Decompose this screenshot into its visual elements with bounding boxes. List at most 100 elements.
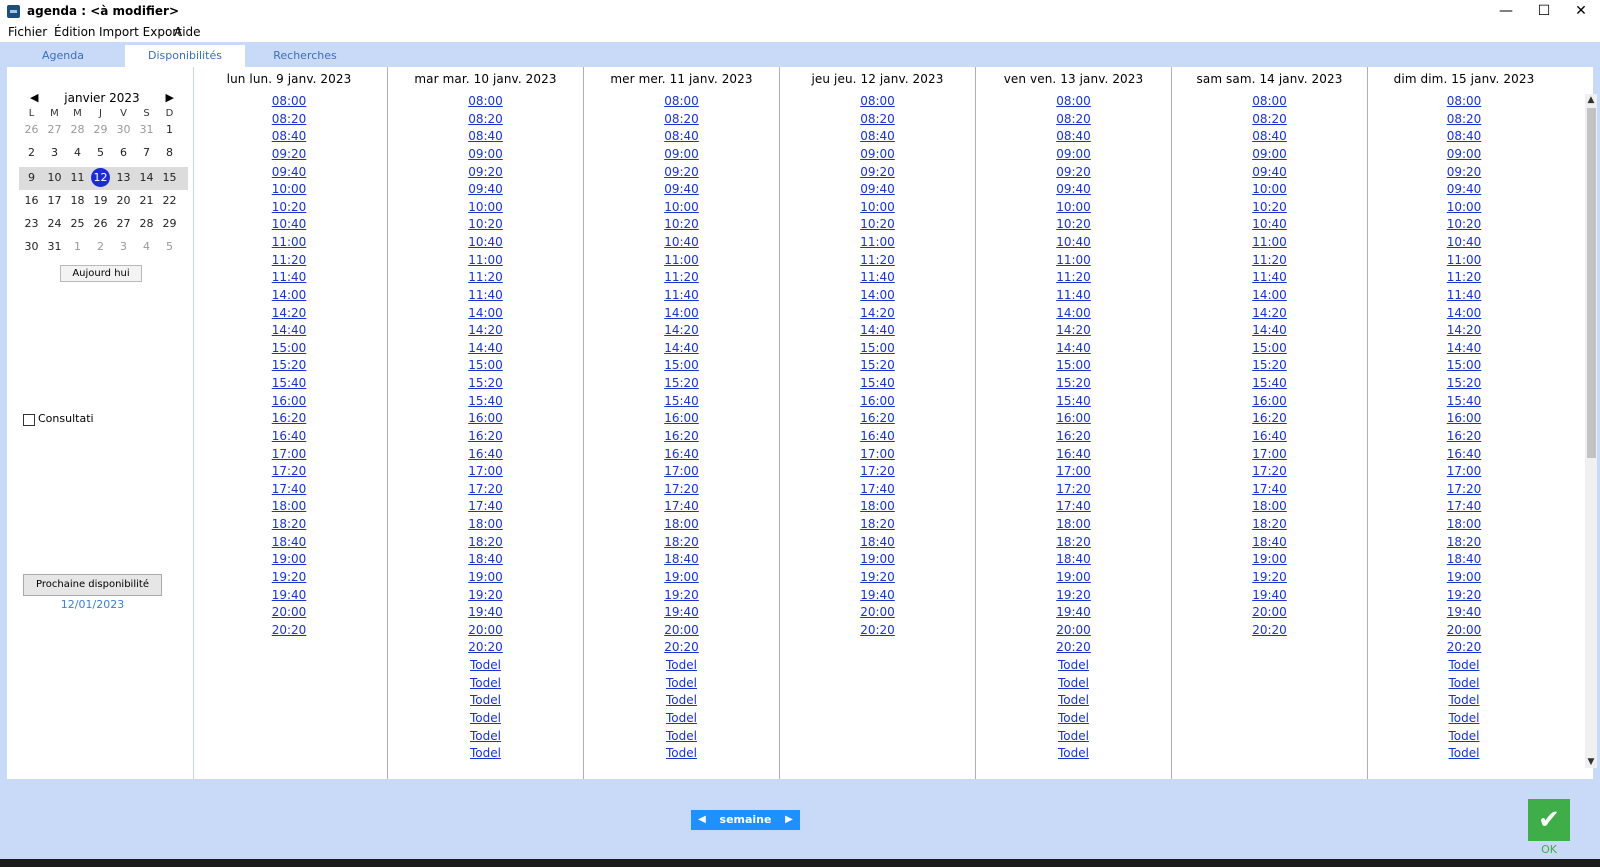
time-slot-link[interactable]: 17:00: [584, 463, 779, 481]
time-slot-link[interactable]: 15:20: [191, 357, 387, 375]
time-slot-link[interactable]: 08:40: [191, 128, 387, 146]
calendar-day[interactable]: 20: [112, 190, 135, 212]
time-slot-link[interactable]: 11:40: [388, 287, 583, 305]
time-slot-link[interactable]: 09:20: [584, 164, 779, 182]
time-slot-link[interactable]: 10:00: [1368, 199, 1560, 217]
time-slot-link[interactable]: 19:20: [780, 569, 975, 587]
menu-edition[interactable]: Édition: [54, 25, 96, 39]
time-slot-link[interactable]: 08:40: [388, 128, 583, 146]
time-slot-link[interactable]: 19:00: [584, 569, 779, 587]
time-slot-link[interactable]: 14:00: [1368, 305, 1560, 323]
calendar-day[interactable]: 6: [112, 142, 135, 164]
next-week-button[interactable]: ▶: [778, 810, 800, 830]
calendar-day[interactable]: 28: [66, 119, 89, 141]
todel-link[interactable]: Todel: [1368, 710, 1560, 728]
time-slot-link[interactable]: 16:20: [780, 410, 975, 428]
calendar-day[interactable]: 27: [112, 213, 135, 235]
time-slot-link[interactable]: 10:00: [976, 199, 1171, 217]
time-slot-link[interactable]: 10:40: [191, 216, 387, 234]
time-slot-link[interactable]: 18:40: [191, 534, 387, 552]
calendar-day[interactable]: 29: [89, 119, 112, 141]
time-slot-link[interactable]: 11:40: [191, 269, 387, 287]
todel-link[interactable]: Todel: [976, 728, 1171, 746]
time-slot-link[interactable]: 10:40: [584, 234, 779, 252]
time-slot-link[interactable]: 14:20: [584, 322, 779, 340]
time-slot-link[interactable]: 17:40: [780, 481, 975, 499]
time-slot-link[interactable]: 14:20: [780, 305, 975, 323]
close-button[interactable]: ✕: [1563, 0, 1599, 24]
time-slot-link[interactable]: 09:20: [388, 164, 583, 182]
calendar-day[interactable]: 30: [112, 119, 135, 141]
time-slot-link[interactable]: 08:20: [388, 111, 583, 129]
time-slot-link[interactable]: 17:40: [1172, 481, 1367, 499]
time-slot-link[interactable]: 08:00: [1172, 93, 1367, 111]
calendar-day[interactable]: 7: [135, 142, 158, 164]
time-slot-link[interactable]: 17:20: [191, 463, 387, 481]
scroll-up-arrow[interactable]: ▲: [1585, 94, 1597, 106]
time-slot-link[interactable]: 18:00: [388, 516, 583, 534]
time-slot-link[interactable]: 14:40: [584, 340, 779, 358]
time-slot-link[interactable]: 10:00: [1172, 181, 1367, 199]
time-slot-link[interactable]: 15:40: [388, 393, 583, 411]
time-slot-link[interactable]: 09:40: [1368, 181, 1560, 199]
calendar-day[interactable]: 12: [89, 167, 112, 189]
todel-link[interactable]: Todel: [1368, 657, 1560, 675]
time-slot-link[interactable]: 09:20: [976, 164, 1171, 182]
time-slot-link[interactable]: 16:00: [584, 410, 779, 428]
time-slot-link[interactable]: 17:20: [584, 481, 779, 499]
todel-link[interactable]: Todel: [976, 745, 1171, 763]
time-slot-link[interactable]: 14:00: [780, 287, 975, 305]
calendar-day[interactable]: 28: [135, 213, 158, 235]
time-slot-link[interactable]: 11:00: [388, 252, 583, 270]
time-slot-link[interactable]: 17:40: [191, 481, 387, 499]
time-slot-link[interactable]: 09:40: [780, 181, 975, 199]
time-slot-link[interactable]: 10:40: [976, 234, 1171, 252]
todel-link[interactable]: Todel: [1368, 675, 1560, 693]
vertical-scrollbar[interactable]: ▲ ▼: [1585, 94, 1597, 768]
time-slot-link[interactable]: 16:40: [780, 428, 975, 446]
time-slot-link[interactable]: 11:00: [1368, 252, 1560, 270]
time-slot-link[interactable]: 16:40: [388, 446, 583, 464]
todel-link[interactable]: Todel: [388, 657, 583, 675]
time-slot-link[interactable]: 17:20: [1172, 463, 1367, 481]
time-slot-link[interactable]: 11:40: [1172, 269, 1367, 287]
time-slot-link[interactable]: 10:40: [388, 234, 583, 252]
menu-fichier[interactable]: Fichier: [8, 25, 47, 39]
time-slot-link[interactable]: 15:40: [191, 375, 387, 393]
time-slot-link[interactable]: 18:20: [584, 534, 779, 552]
time-slot-link[interactable]: 18:40: [1172, 534, 1367, 552]
previous-week-button[interactable]: ◀: [691, 810, 713, 830]
time-slot-link[interactable]: 09:20: [191, 146, 387, 164]
time-slot-link[interactable]: 20:00: [976, 622, 1171, 640]
time-slot-link[interactable]: 10:20: [1172, 199, 1367, 217]
time-slot-link[interactable]: 16:40: [976, 446, 1171, 464]
scroll-down-arrow[interactable]: ▼: [1585, 756, 1597, 768]
calendar-day[interactable]: 18: [66, 190, 89, 212]
time-slot-link[interactable]: 08:40: [976, 128, 1171, 146]
time-slot-link[interactable]: 18:40: [780, 534, 975, 552]
time-slot-link[interactable]: 14:00: [584, 305, 779, 323]
time-slot-link[interactable]: 15:00: [1172, 340, 1367, 358]
todel-link[interactable]: Todel: [584, 728, 779, 746]
time-slot-link[interactable]: 14:00: [1172, 287, 1367, 305]
time-slot-link[interactable]: 08:00: [780, 93, 975, 111]
time-slot-link[interactable]: 10:20: [976, 216, 1171, 234]
time-slot-link[interactable]: 11:00: [976, 252, 1171, 270]
time-slot-link[interactable]: 09:40: [976, 181, 1171, 199]
time-slot-link[interactable]: 11:40: [584, 287, 779, 305]
time-slot-link[interactable]: 19:00: [388, 569, 583, 587]
time-slot-link[interactable]: 19:40: [780, 587, 975, 605]
time-slot-link[interactable]: 15:40: [976, 393, 1171, 411]
today-button[interactable]: Aujourd hui: [60, 265, 142, 282]
time-slot-link[interactable]: 17:20: [1368, 481, 1560, 499]
calendar-day[interactable]: 27: [43, 119, 66, 141]
time-slot-link[interactable]: 17:00: [780, 446, 975, 464]
time-slot-link[interactable]: 15:00: [388, 357, 583, 375]
time-slot-link[interactable]: 18:20: [780, 516, 975, 534]
consultation-checkbox[interactable]: [23, 414, 35, 426]
time-slot-link[interactable]: 15:00: [191, 340, 387, 358]
time-slot-link[interactable]: 17:40: [976, 498, 1171, 516]
time-slot-link[interactable]: 20:20: [388, 639, 583, 657]
time-slot-link[interactable]: 10:00: [191, 181, 387, 199]
calendar-day[interactable]: 3: [43, 142, 66, 164]
